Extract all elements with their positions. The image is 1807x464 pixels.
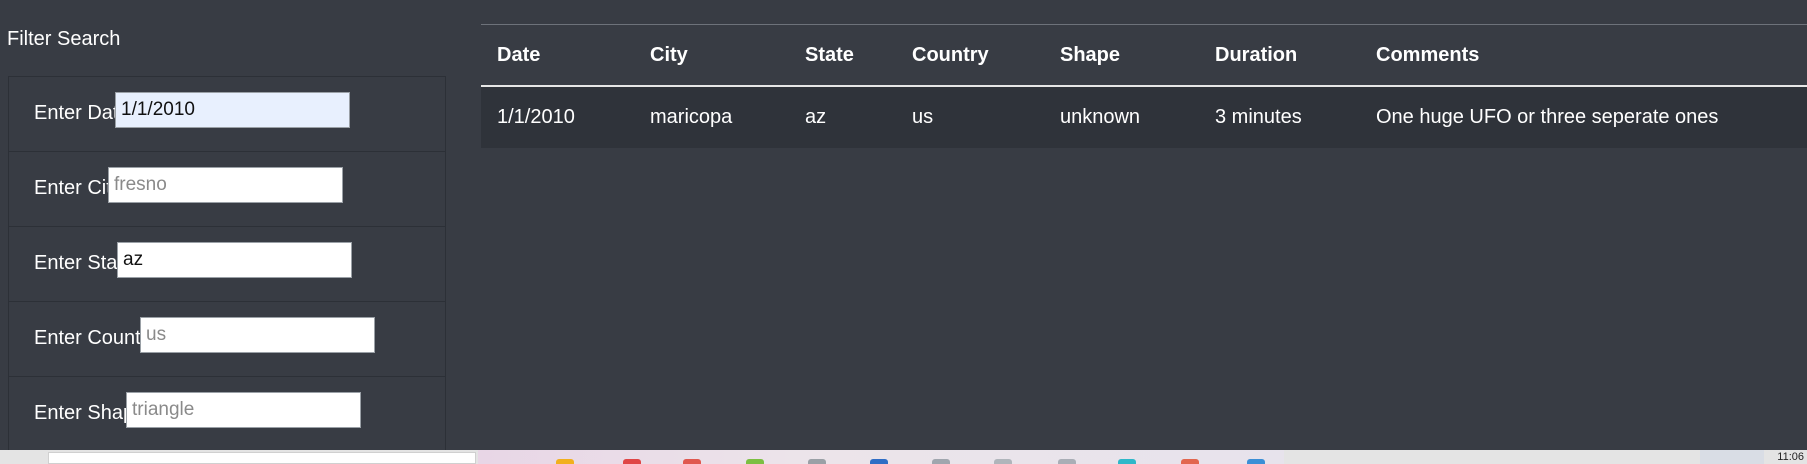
git-icon[interactable] [1181,459,1199,464]
column-header-duration[interactable]: Duration [1199,26,1360,87]
state-input[interactable] [117,242,352,278]
cell-comments: One huge UFO or three seperate ones [1360,86,1807,148]
column-header-country[interactable]: Country [896,26,1044,87]
taskbar-clock[interactable]: 11:06 [1777,451,1804,463]
taskbar-active-app[interactable] [1700,450,1764,464]
filter-item-shape: Enter Shape [9,376,445,451]
filter-item-country: Enter Country [9,301,445,376]
country-label: Enter Country [34,327,158,349]
chrome-icon[interactable] [556,459,574,464]
calculator-icon[interactable] [994,459,1012,464]
explorer-icon[interactable] [808,459,826,464]
filter-panel: Filter Search Enter Date Enter City Ente… [0,0,446,450]
results-panel: Date City State Country Shape Duration C… [481,0,1807,450]
cell-shape: unknown [1044,86,1199,148]
column-header-state[interactable]: State [789,26,896,87]
filter-search-title: Filter Search [7,28,121,50]
table-header-row: Date City State Country Shape Duration C… [481,26,1807,87]
column-header-comments[interactable]: Comments [1360,26,1807,87]
column-header-city[interactable]: City [634,26,789,87]
column-header-date[interactable]: Date [481,26,634,87]
table-row: 1/1/2010 maricopa az us unknown 3 minute… [481,86,1807,148]
filter-item-city: Enter City [9,151,445,226]
cell-date: 1/1/2010 [481,86,634,148]
filter-item-state: Enter State [9,226,445,301]
mail-icon[interactable] [932,459,950,464]
cell-state: az [789,86,896,148]
date-input[interactable] [115,92,350,128]
filter-item-date: Enter Date [9,76,445,151]
edge-icon[interactable] [1118,459,1136,464]
city-input[interactable] [108,167,343,203]
taskbar-search-box[interactable] [48,452,476,464]
record-icon[interactable] [623,459,641,464]
vscode-icon[interactable] [1247,459,1265,464]
cell-country: us [896,86,1044,148]
filter-list: Enter Date Enter City Enter State Enter … [8,76,446,450]
pdf-icon[interactable] [683,459,701,464]
ufo-table: Date City State Country Shape Duration C… [481,26,1807,148]
taskbar-apps [478,450,1764,464]
snip-icon[interactable] [1058,459,1076,464]
divider [481,24,1807,25]
taskbar: 11:06 [0,450,1807,464]
cell-city: maricopa [634,86,789,148]
shape-input[interactable] [126,392,361,428]
cell-duration: 3 minutes [1199,86,1360,148]
country-input[interactable] [140,317,375,353]
column-header-shape[interactable]: Shape [1044,26,1199,87]
page: Filter Search Enter Date Enter City Ente… [0,0,1807,464]
excel-icon[interactable] [746,459,764,464]
word-icon[interactable] [870,459,888,464]
